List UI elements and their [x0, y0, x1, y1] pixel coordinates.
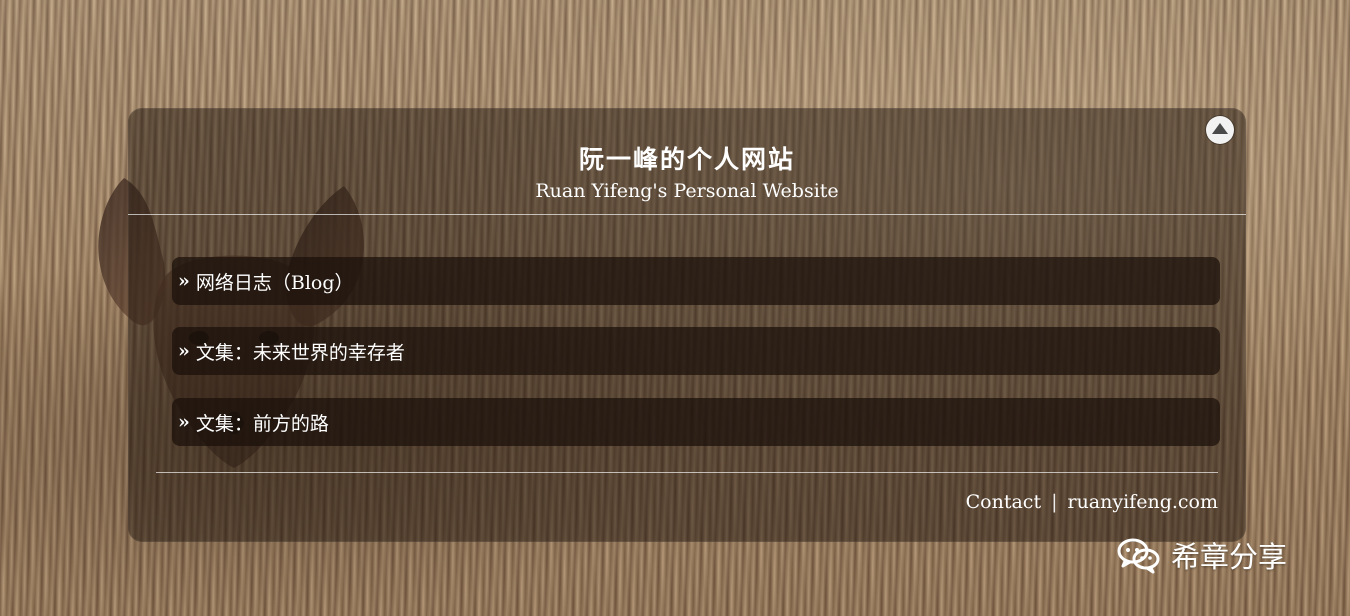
- menu-item-label: 文集：未来世界的幸存者: [195, 341, 405, 364]
- page-subtitle: Ruan Yifeng's Personal Website: [535, 180, 839, 202]
- footer-separator: |: [1051, 491, 1058, 513]
- footer-divider: [156, 472, 1218, 473]
- main-panel: 阮一峰的个人网站 Ruan Yifeng's Personal Website …: [128, 108, 1246, 542]
- wechat-icon: [1117, 538, 1160, 574]
- watermark: 希章分享: [1115, 534, 1287, 576]
- footer-links: Contact | ruanyifeng.com: [966, 491, 1218, 513]
- watermark-text: 希章分享: [1171, 542, 1288, 574]
- domain-link[interactable]: ruanyifeng.com: [1067, 491, 1218, 513]
- page-title: 阮一峰的个人网站: [578, 145, 795, 174]
- menu-item-label: 网络日志（Blog）: [195, 271, 354, 294]
- up-triangle-icon: [1212, 123, 1228, 134]
- contact-link[interactable]: Contact: [966, 491, 1041, 513]
- menu-arrow-icon: »: [178, 411, 190, 433]
- menu-item-essays-road[interactable]: » 文集：前方的路: [172, 398, 1220, 446]
- header-divider: [128, 214, 1246, 215]
- menu-item-label: 文集：前方的路: [195, 412, 329, 435]
- menu-item-blog[interactable]: » 网络日志（Blog）: [172, 257, 1220, 305]
- menu-arrow-icon: »: [178, 340, 190, 362]
- menu-item-essays-future[interactable]: » 文集：未来世界的幸存者: [172, 327, 1220, 375]
- menu-arrow-icon: »: [178, 270, 190, 292]
